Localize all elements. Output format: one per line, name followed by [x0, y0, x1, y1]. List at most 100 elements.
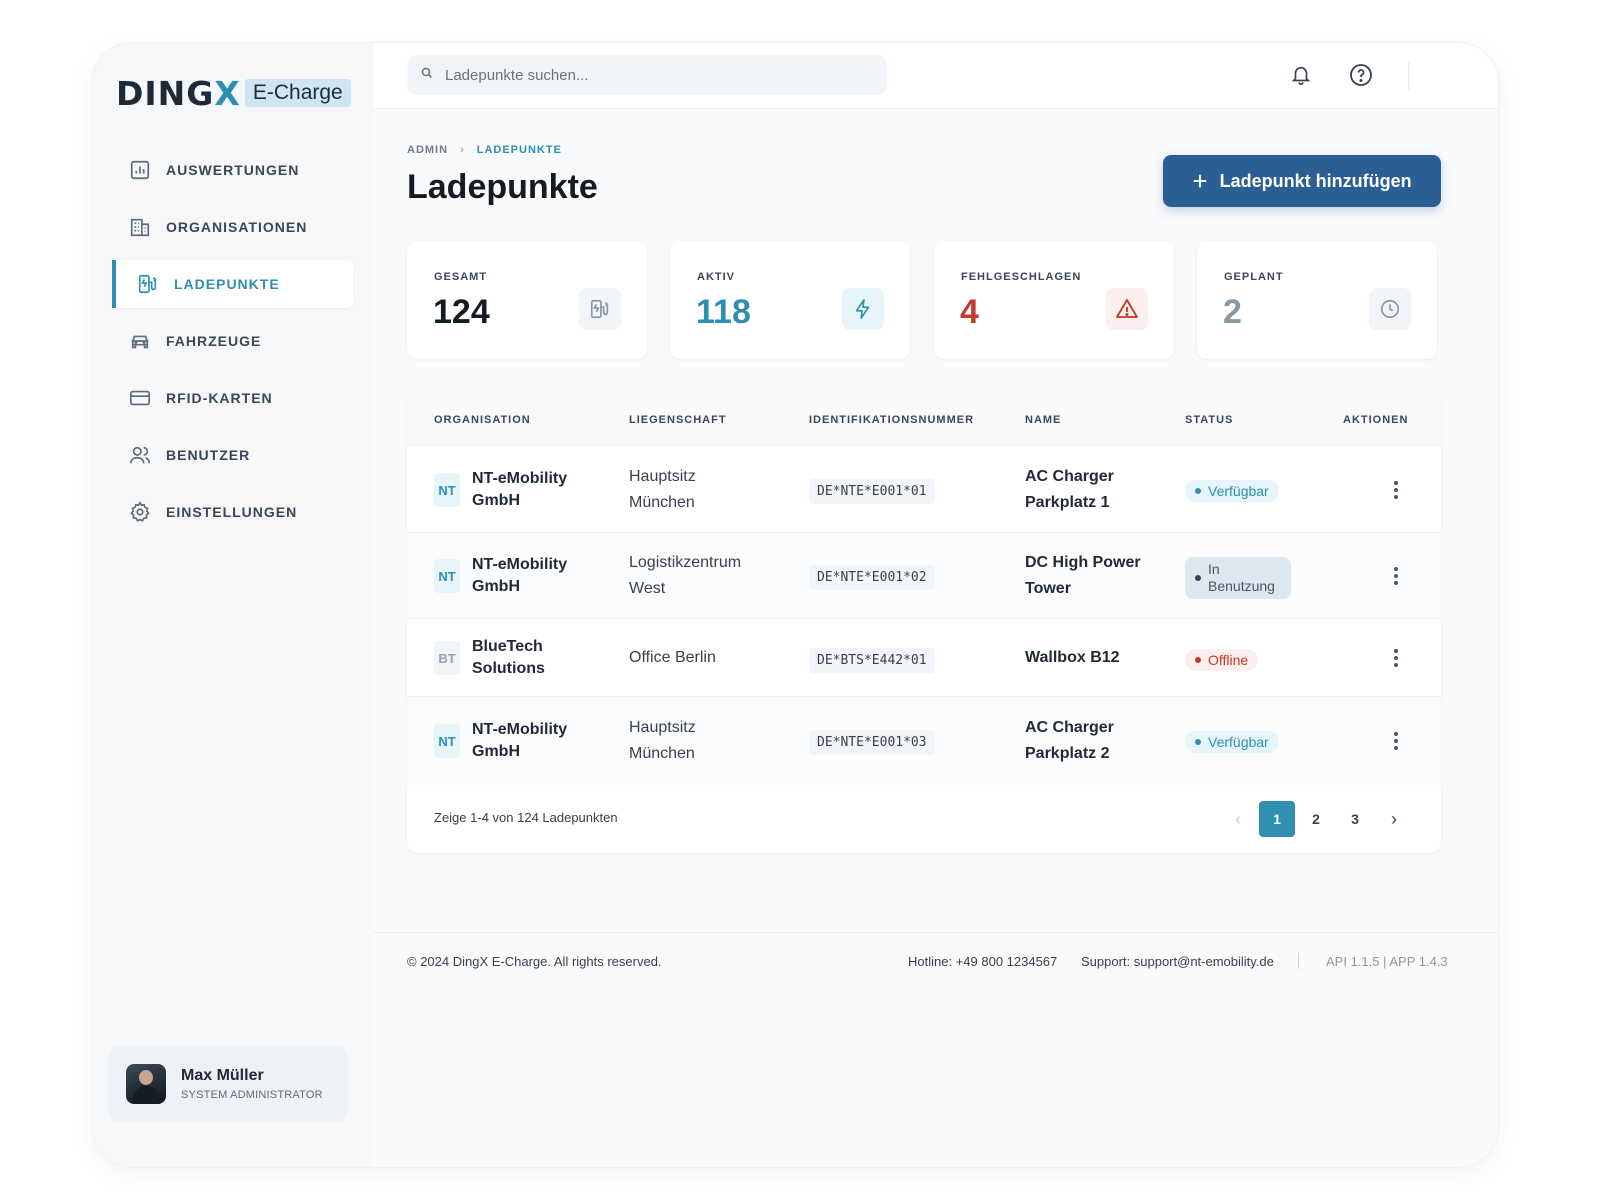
pagination-summary: Zeige 1-4 von 124 Ladepunkten	[434, 810, 618, 825]
property-line2: West	[629, 580, 666, 597]
table-header: ORGANISATION LIEGENSCHAFT IDENTIFIKATION…	[407, 395, 1441, 445]
table-row[interactable]: NT NT-eMobility GmbH Hauptsitz München D…	[407, 696, 1441, 785]
users-icon	[128, 443, 152, 467]
stat-value: 2	[1223, 293, 1242, 331]
sidebar-item-label: RFID-KARTEN	[166, 390, 273, 406]
row-actions-menu-icon[interactable]	[1390, 729, 1402, 753]
sidebar-item-einstellungen[interactable]: EINSTELLUNGEN	[92, 488, 373, 536]
org-name: NT-eMobility GmbH	[472, 719, 602, 763]
search-icon	[421, 66, 433, 84]
sidebar-item-label: AUSWERTUNGEN	[166, 162, 300, 178]
sidebar-item-rfid-karten[interactable]: RFID-KARTEN	[92, 374, 373, 422]
row-actions-menu-icon[interactable]	[1390, 646, 1402, 670]
user-name: Max Müller	[181, 1067, 264, 1084]
bolt-icon	[842, 288, 884, 330]
column-header-name[interactable]: NAME	[1025, 414, 1061, 426]
column-header-liegenschaft[interactable]: LIEGENSCHAFT	[629, 414, 727, 426]
user-meta: Max Müller SYSTEM ADMINISTRATOR	[181, 1067, 323, 1101]
table-row[interactable]: NT NT-eMobility GmbH Hauptsitz München D…	[407, 445, 1441, 532]
brand-name-main: DING	[116, 73, 215, 113]
charging-station-icon	[136, 272, 160, 296]
charger-name: DC High Power Tower	[1025, 550, 1175, 602]
row-actions-menu-icon[interactable]	[1390, 478, 1402, 502]
stat-value: 118	[696, 293, 751, 331]
bell-icon[interactable]	[1288, 62, 1314, 88]
charger-name-line1: DC High Power	[1025, 554, 1141, 571]
hotline-text[interactable]: Hotline: +49 800 1234567	[908, 954, 1057, 969]
status-label: Verfügbar	[1208, 483, 1269, 499]
charger-name: AC Charger Parkplatz 2	[1025, 715, 1175, 767]
app-window: DINGX E-Charge AUSWERTUNGEN ORGANISATION…	[92, 43, 1498, 1167]
sidebar-item-organisationen[interactable]: ORGANISATIONEN	[92, 203, 373, 251]
sidebar-item-benutzer[interactable]: BENUTZER	[92, 431, 373, 479]
status-label: In Benutzung	[1208, 561, 1275, 595]
org-name: NT-eMobility GmbH	[472, 554, 602, 598]
stat-value: 124	[433, 293, 490, 331]
charger-name-line1: Wallbox B12	[1025, 649, 1120, 666]
org-badge: BT	[434, 641, 460, 675]
identification-number: DE*BTS*E442*01	[809, 648, 935, 673]
add-charging-point-button[interactable]: + Ladepunkt hinzufügen	[1163, 155, 1441, 207]
table-row[interactable]: NT NT-eMobility GmbH Logistikzentrum Wes…	[407, 532, 1441, 618]
status-dot	[1195, 739, 1201, 745]
page-button-1[interactable]: 1	[1259, 801, 1295, 837]
org-name-line1: NT-eMobility	[472, 556, 568, 573]
brand-wordmark: DINGX	[116, 74, 241, 113]
property-name: Hauptsitz München	[629, 464, 789, 516]
property-line2: München	[629, 745, 695, 762]
sidebar-item-auswertungen[interactable]: AUSWERTUNGEN	[92, 146, 373, 194]
table-row[interactable]: BT BlueTech Solutions Office Berlin DE*B…	[407, 618, 1441, 696]
org-name-line1: NT-eMobility	[472, 721, 568, 738]
column-header-status[interactable]: STATUS	[1185, 414, 1233, 426]
page-button-2[interactable]: 2	[1298, 801, 1334, 837]
stat-label: AKTIV	[697, 271, 735, 283]
charger-name: AC Charger Parkplatz 1	[1025, 464, 1175, 516]
sidebar-item-ladepunkte[interactable]: LADEPUNKTE	[112, 260, 353, 308]
footer-divider	[1298, 953, 1299, 969]
clock-icon	[1369, 288, 1411, 330]
page-title: Ladepunkte	[407, 168, 598, 206]
chevron-left-icon[interactable]: ‹	[1220, 801, 1256, 837]
status-label: Offline	[1208, 652, 1249, 668]
breadcrumb-current: LADEPUNKTE	[476, 144, 562, 156]
search-input[interactable]	[445, 66, 845, 84]
column-header-id[interactable]: IDENTIFIKATIONSNUMMER	[809, 414, 974, 426]
breadcrumb-root[interactable]: ADMIN	[407, 144, 448, 156]
sidebar-item-label: ORGANISATIONEN	[166, 219, 308, 235]
charger-name-line1: AC Charger	[1025, 468, 1114, 485]
charger-name: Wallbox B12	[1025, 645, 1175, 671]
brand-logo[interactable]: DINGX E-Charge	[116, 73, 351, 113]
status-line1: In	[1208, 561, 1220, 577]
status-line2: Benutzung	[1208, 578, 1275, 594]
main-content: ADMIN › LADEPUNKTE Ladepunkte + Ladepunk…	[373, 43, 1498, 1167]
page-button-3[interactable]: 3	[1337, 801, 1373, 837]
org-badge: NT	[434, 724, 460, 758]
status-badge: Verfügbar	[1185, 480, 1279, 502]
org-name-line2: GmbH	[472, 492, 520, 509]
status-badge: In Benutzung	[1185, 557, 1291, 599]
org-name: NT-eMobility GmbH	[472, 468, 602, 512]
stat-label: FEHLGESCHLAGEN	[961, 271, 1082, 283]
org-name-line2: Solutions	[472, 660, 545, 677]
sidebar-item-label: FAHRZEUGE	[166, 333, 262, 349]
stat-value: 4	[960, 293, 979, 331]
chart-icon	[128, 158, 152, 182]
chevron-right-icon[interactable]: ›	[1376, 801, 1412, 837]
identification-number: DE*NTE*E001*01	[809, 479, 935, 504]
stat-card-failed: FEHLGESCHLAGEN 4	[934, 241, 1174, 359]
row-actions-menu-icon[interactable]	[1390, 564, 1402, 588]
charger-name-line2: Parkplatz 1	[1025, 494, 1110, 511]
user-profile-card[interactable]: Max Müller SYSTEM ADMINISTRATOR	[108, 1046, 348, 1122]
sidebar-item-fahrzeuge[interactable]: FAHRZEUGE	[92, 317, 373, 365]
card-icon	[128, 386, 152, 410]
support-link[interactable]: Support: support@nt-emobility.de	[1081, 954, 1274, 969]
column-header-organisation[interactable]: ORGANISATION	[434, 414, 531, 426]
column-header-aktionen: AKTIONEN	[1343, 414, 1409, 426]
org-name-line1: NT-eMobility	[472, 470, 568, 487]
plus-icon: +	[1192, 166, 1208, 196]
status-dot	[1195, 657, 1201, 663]
status-badge: Verfügbar	[1185, 731, 1279, 753]
avatar	[126, 1064, 166, 1104]
brand-suffix: E-Charge	[244, 79, 351, 107]
help-icon[interactable]	[1348, 62, 1374, 88]
